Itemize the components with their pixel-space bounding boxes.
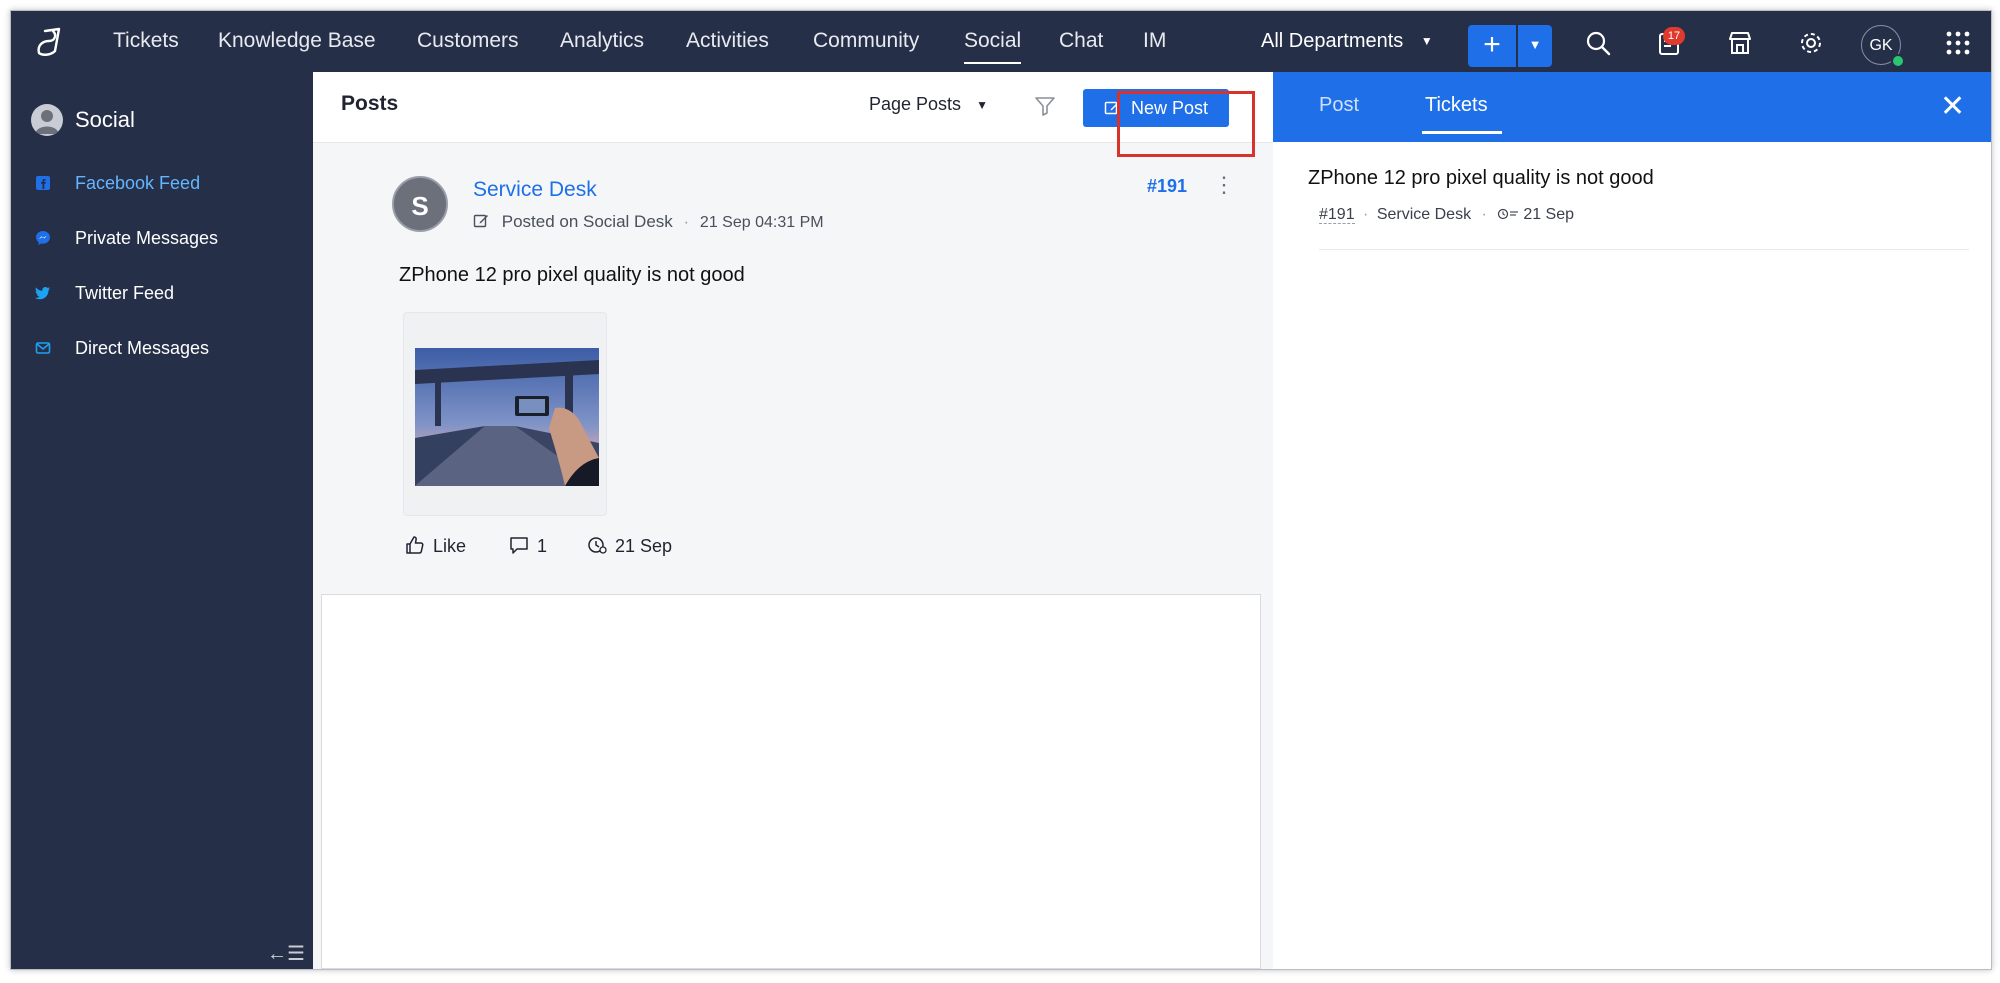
post-image-attachment[interactable] xyxy=(403,312,607,516)
nav-tickets[interactable]: Tickets xyxy=(113,11,179,72)
post-text: ZPhone 12 pro pixel quality is not good xyxy=(399,264,745,286)
ticket-meta: #191 · Service Desk · 21 Sep xyxy=(1319,206,1575,224)
page-posts-dropdown[interactable]: Page Posts ▼ xyxy=(869,94,988,115)
posted-on-text: Posted on Social Desk xyxy=(501,212,673,231)
tab-post[interactable]: Post xyxy=(1319,94,1359,117)
nav-im[interactable]: IM xyxy=(1143,11,1166,72)
sidebar-item-label: Private Messages xyxy=(75,228,219,248)
details-panel-header: Post Tickets ✕ xyxy=(1273,72,1991,142)
sidebar-item-facebook-feed[interactable]: Facebook Feed xyxy=(35,168,200,198)
nav-activities[interactable]: Activities xyxy=(686,11,769,72)
ticket-subject[interactable]: ZPhone 12 pro pixel quality is not good xyxy=(1308,167,1654,190)
post-timestamp: 21 Sep 04:31 PM xyxy=(699,214,824,231)
gear-icon[interactable] xyxy=(1797,29,1825,57)
caret-down-icon: ▼ xyxy=(976,98,988,112)
nav-analytics[interactable]: Analytics xyxy=(560,11,644,72)
ticket-date: 21 Sep xyxy=(1523,206,1575,223)
close-icon[interactable]: ✕ xyxy=(1940,92,1965,122)
page-title: Posts xyxy=(341,92,399,115)
department-selector[interactable]: All Departments ▼ xyxy=(1261,11,1433,72)
thumbs-up-icon xyxy=(406,536,424,554)
app-logo-icon[interactable] xyxy=(33,23,67,59)
due-clock-icon xyxy=(1498,208,1519,220)
posts-pane: Posts Page Posts ▼ New Post S Service De… xyxy=(313,72,1273,969)
ticket-department: Service Desk xyxy=(1376,206,1472,223)
post-photo xyxy=(415,348,599,486)
online-status-dot xyxy=(1891,54,1905,68)
marketplace-icon[interactable] xyxy=(1726,29,1754,57)
sidebar-item-direct-messages[interactable]: Direct Messages xyxy=(35,333,209,363)
sidebar-item-twitter-feed[interactable]: Twitter Feed xyxy=(35,278,174,308)
like-button[interactable]: Like xyxy=(405,535,466,557)
sidebar-item-private-messages[interactable]: Private Messages xyxy=(35,223,218,253)
post-ticket-id-link[interactable]: #191 xyxy=(1147,176,1187,197)
nav-chat[interactable]: Chat xyxy=(1059,11,1103,72)
divider xyxy=(1319,249,1969,250)
comment-count: 1 xyxy=(537,536,548,556)
post-date: 21 Sep xyxy=(587,535,672,557)
top-navigation: Tickets Knowledge Base Customers Analyti… xyxy=(11,11,1991,72)
comment-icon xyxy=(510,537,528,554)
facebook-icon xyxy=(36,176,50,190)
nav-knowledge-base[interactable]: Knowledge Base xyxy=(218,11,376,72)
nav-social[interactable]: Social xyxy=(964,11,1022,72)
clock-chat-icon xyxy=(588,537,607,554)
sidebar-title: Social xyxy=(75,107,135,132)
messenger-icon xyxy=(36,231,50,245)
chevron-down-icon: ▼ xyxy=(1420,34,1433,48)
page-posts-label: Page Posts xyxy=(869,94,962,114)
sidebar-item-label: Direct Messages xyxy=(75,338,210,358)
sidebar-item-label: Facebook Feed xyxy=(75,173,201,193)
details-panel: Post Tickets ✕ ZPhone 12 pro pixel quali… xyxy=(1273,72,1991,969)
more-options-icon[interactable]: ⋮ xyxy=(1213,174,1235,196)
caret-down-icon: ▼ xyxy=(1528,37,1542,52)
posts-header: Posts Page Posts ▼ New Post xyxy=(313,72,1273,143)
edit-icon xyxy=(1104,101,1119,115)
edit-icon xyxy=(473,214,488,228)
ticket-id[interactable]: #191 xyxy=(1319,206,1355,224)
reply-editor[interactable] xyxy=(321,594,1261,969)
collapse-sidebar-icon[interactable]: ←☰ xyxy=(267,941,305,966)
post-author-link[interactable]: Service Desk xyxy=(473,178,597,202)
twitter-icon xyxy=(35,287,50,300)
mail-icon xyxy=(35,342,51,354)
search-icon[interactable] xyxy=(1584,29,1612,57)
notification-badge: 17 xyxy=(1663,27,1685,45)
add-new-button[interactable]: + xyxy=(1468,25,1516,67)
department-label: All Departments xyxy=(1261,30,1404,52)
new-post-label: New Post xyxy=(1130,98,1209,118)
social-sidebar: Social Facebook Feed Private Messages Tw… xyxy=(11,72,313,969)
app-window: Tickets Knowledge Base Customers Analyti… xyxy=(10,10,1992,970)
active-tab-indicator xyxy=(1422,131,1502,134)
user-avatar-icon xyxy=(31,104,63,136)
post-date-text: 21 Sep xyxy=(615,536,673,556)
add-new-dropdown[interactable]: ▼ xyxy=(1518,25,1552,67)
nav-customers[interactable]: Customers xyxy=(417,11,519,72)
sidebar-header: Social xyxy=(31,104,135,136)
tab-tickets[interactable]: Tickets xyxy=(1425,94,1488,117)
apps-grid-icon[interactable] xyxy=(1944,29,1972,57)
like-label: Like xyxy=(433,536,467,556)
filter-icon[interactable] xyxy=(1033,94,1057,118)
new-post-button[interactable]: New Post xyxy=(1083,89,1229,127)
post-author-avatar: S xyxy=(392,176,448,232)
plus-icon: + xyxy=(1483,28,1501,61)
sidebar-item-label: Twitter Feed xyxy=(75,283,175,303)
post-meta: Posted on Social Desk · 21 Sep 04:31 PM xyxy=(473,212,824,232)
nav-community[interactable]: Community xyxy=(813,11,919,72)
comments-button[interactable]: 1 xyxy=(509,535,547,557)
